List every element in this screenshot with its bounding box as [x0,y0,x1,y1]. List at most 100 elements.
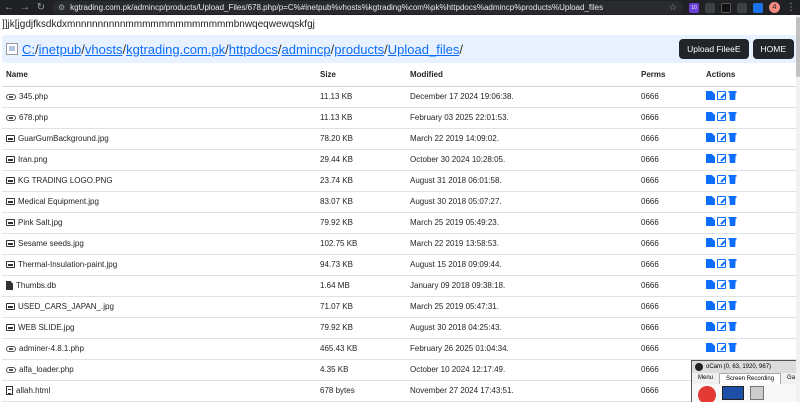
extension-icon[interactable] [705,2,715,13]
edit-icon[interactable] [717,343,726,352]
download-icon[interactable] [706,280,715,289]
breadcrumb-link[interactable]: products [334,42,384,57]
file-name-cell[interactable]: USED_CARS_JAPAN_.jpg [2,296,316,318]
download-icon[interactable] [706,133,715,142]
reload-icon[interactable]: ↻ [36,0,46,15]
trash-icon[interactable] [728,238,737,247]
edit-icon[interactable] [717,217,726,226]
file-name-cell[interactable]: Thumbs.db [2,275,316,297]
file-name-cell[interactable]: WEB SLIDE.jpg [2,317,316,339]
sidebar-icon[interactable] [753,2,763,13]
edit-icon[interactable] [717,322,726,331]
trash-icon[interactable] [728,322,737,331]
extension-badge-icon[interactable]: 10 [689,2,699,13]
kebab-menu-icon[interactable]: ⋮ [786,2,796,13]
file-name[interactable]: Thumbs.db [16,281,56,290]
edit-icon[interactable] [717,259,726,268]
file-name-cell[interactable]: GuarGumBackground.jpg [2,128,316,150]
download-icon[interactable] [706,301,715,310]
file-name-cell[interactable]: 678.php [2,107,316,129]
trash-icon[interactable] [728,343,737,352]
file-name[interactable]: Thermal-Insulation-paint.jpg [18,260,117,269]
file-name[interactable]: GuarGumBackground.jpg [18,134,109,143]
edit-icon[interactable] [717,196,726,205]
ocam-window[interactable]: oCam (0, 63, 1920, 967) Menu Screen Reco… [691,360,800,402]
profile-avatar[interactable]: 4 [769,2,780,13]
capture-area-icon[interactable] [722,386,744,400]
file-name-cell[interactable]: Thermal-Insulation-paint.jpg [2,254,316,276]
trash-icon[interactable] [728,217,737,226]
download-icon[interactable] [706,154,715,163]
trash-icon[interactable] [728,175,737,184]
scrollbar-thumb[interactable] [796,17,800,77]
file-name-cell[interactable]: allah.html [2,380,316,402]
edit-icon[interactable] [717,154,726,163]
file-name[interactable]: alfa_loader.php [19,365,74,374]
file-name-cell[interactable]: Pink Salt.jpg [2,212,316,234]
breadcrumb-link[interactable]: httpdocs [229,42,278,57]
trash-icon[interactable] [728,91,737,100]
download-icon[interactable] [706,238,715,247]
edit-icon[interactable] [717,133,726,142]
file-name-cell[interactable]: Iran.png [2,149,316,171]
file-name[interactable]: Medical Equipment.jpg [18,197,99,206]
breadcrumb-link[interactable]: admincp [282,42,331,57]
edit-icon[interactable] [717,238,726,247]
upload-file-button[interactable]: Upload FileeE [679,39,749,59]
download-icon[interactable] [706,322,715,331]
file-name[interactable]: KG TRADING LOGO.PNG [18,176,113,185]
file-name[interactable]: Iran.png [18,155,47,164]
download-icon[interactable] [706,196,715,205]
file-name-cell[interactable]: Sesame seeds.jpg [2,233,316,255]
file-name-cell[interactable]: Medical Equipment.jpg [2,191,316,213]
breadcrumb-link[interactable]: vhosts [85,42,123,57]
trash-icon[interactable] [728,112,737,121]
trash-icon[interactable] [728,280,737,289]
trash-icon[interactable] [728,154,737,163]
file-name[interactable]: 345.php [19,92,48,101]
download-icon[interactable] [706,91,715,100]
download-icon[interactable] [706,112,715,121]
screenshot-icon[interactable] [750,386,764,400]
site-info-icon[interactable]: ⚙ [58,3,65,12]
file-name[interactable]: Sesame seeds.jpg [18,239,84,248]
file-name-cell[interactable]: alfa_loader.php [2,359,316,381]
edit-icon[interactable] [717,112,726,121]
file-name-cell[interactable]: KG TRADING LOGO.PNG [2,170,316,192]
address-bar[interactable]: ⚙ kgtrading.com.pk/admincp/products/Uplo… [52,1,683,14]
ocam-title-bar[interactable]: oCam (0, 63, 1920, 967) [692,361,799,373]
home-button[interactable]: HOME [752,39,794,59]
trash-icon[interactable] [728,259,737,268]
arrow-left-icon[interactable]: ← [4,0,14,15]
ocam-tab-screen-recording[interactable]: Screen Recording [719,373,782,384]
edit-icon[interactable] [717,301,726,310]
ocam-tab-menu[interactable]: Menu [692,373,719,384]
extension-dark-icon[interactable] [721,2,731,13]
breadcrumb-link[interactable]: inetpub [39,42,82,57]
download-icon[interactable] [706,343,715,352]
record-icon[interactable] [698,386,716,402]
trash-icon[interactable] [728,133,737,142]
arrow-right-icon[interactable]: → [20,0,30,15]
file-name[interactable]: 678.php [19,113,48,122]
breadcrumb-link[interactable]: kgtrading.com.pk [126,42,225,57]
file-name[interactable]: allah.html [16,386,50,395]
file-name[interactable]: Pink Salt.jpg [18,218,62,227]
file-name[interactable]: USED_CARS_JAPAN_.jpg [18,302,114,311]
edit-icon[interactable] [717,91,726,100]
puzzle-icon[interactable] [737,2,747,13]
breadcrumb-link[interactable]: C: [22,42,35,57]
edit-icon[interactable] [717,280,726,289]
download-icon[interactable] [706,259,715,268]
bookmark-star-icon[interactable]: ☆ [669,2,677,13]
file-name-cell[interactable]: 345.php [2,86,316,108]
edit-icon[interactable] [717,175,726,184]
breadcrumb-link[interactable]: Upload_files [388,42,460,57]
file-name-cell[interactable]: adminer-4.8.1.php [2,338,316,360]
page-scrollbar[interactable] [796,15,800,402]
trash-icon[interactable] [728,301,737,310]
file-name[interactable]: adminer-4.8.1.php [19,344,84,353]
download-icon[interactable] [706,217,715,226]
trash-icon[interactable] [728,196,737,205]
download-icon[interactable] [706,175,715,184]
